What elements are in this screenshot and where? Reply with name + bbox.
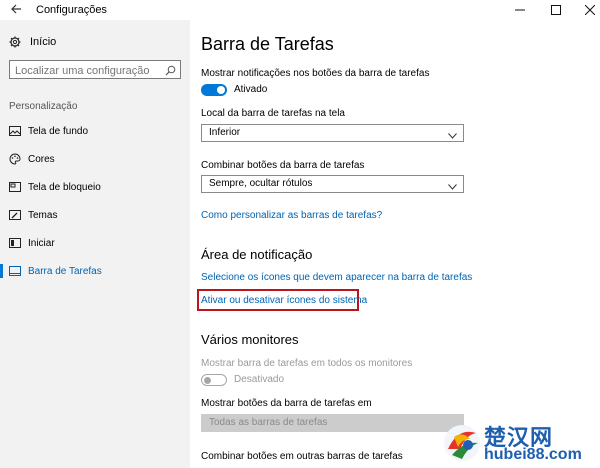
palette-icon [0, 153, 28, 165]
sidebar-item-tela-de-fundo[interactable]: Tela de fundo [0, 120, 190, 142]
chevron-down-icon [448, 180, 457, 196]
combine-value: Sempre, ocultar rótulos [209, 178, 313, 189]
sidebar-item-tela-de-bloqueio[interactable]: Tela de bloqueio [0, 176, 190, 198]
monitors-heading: Vários monitores [201, 332, 299, 347]
sidebar-section-heading: Personalização [9, 101, 78, 112]
location-dropdown[interactable]: Inferior [201, 124, 464, 142]
title-bar: Configurações [0, 0, 600, 20]
notifications-state: Ativado [234, 84, 268, 95]
watermark-emblem-icon [444, 425, 480, 461]
sidebar-home[interactable]: Início [9, 36, 56, 48]
notifications-toggle[interactable] [201, 84, 227, 96]
toggle-knob [217, 86, 225, 94]
sidebar-item-iniciar[interactable]: Iniciar [0, 232, 190, 254]
sidebar-item-label: Tela de bloqueio [28, 181, 101, 193]
watermark-logo: 楚汉网 hubei88.com [440, 418, 600, 468]
combine-dropdown[interactable]: Sempre, ocultar rótulos [201, 175, 464, 193]
sidebar-item-label: Tela de fundo [28, 125, 89, 137]
show-all-monitors-label: Mostrar barra de tarefas em todos os mon… [201, 358, 413, 369]
select-icons-link[interactable]: Selecione os ícones que devem aparecer n… [201, 272, 472, 283]
main-panel: Barra de Tarefas Mostrar notificações no… [190, 20, 600, 468]
customize-taskbar-link[interactable]: Como personalizar as barras de tarefas? [201, 210, 382, 221]
search-icon[interactable] [165, 63, 176, 81]
lock-screen-icon [0, 182, 28, 192]
show-buttons-value: Todas as barras de tarefas [209, 417, 328, 428]
minimize-button[interactable] [505, 0, 535, 20]
taskbar-icon [0, 266, 28, 276]
sidebar-item-label: Iniciar [28, 237, 55, 249]
sidebar-item-label: Temas [28, 209, 58, 221]
system-icons-link[interactable]: Ativar ou desativar ícones do sistema [201, 295, 367, 306]
sidebar-item-label: Cores [28, 153, 55, 165]
sidebar-item-temas[interactable]: Temas [0, 204, 190, 226]
sidebar-item-barra-de-tarefas[interactable]: Barra de Tarefas [0, 260, 190, 282]
sidebar-item-label: Barra de Tarefas [28, 265, 102, 277]
maximize-button[interactable] [541, 0, 571, 20]
combine-label: Combinar botões da barra de tarefas [201, 160, 365, 171]
sidebar-item-cores[interactable]: Cores [0, 148, 190, 170]
brush-icon [0, 210, 28, 220]
sidebar-home-label: Início [30, 36, 57, 48]
back-arrow-icon[interactable] [10, 3, 22, 18]
location-value: Inferior [209, 127, 241, 138]
toggle-knob [204, 376, 211, 384]
sidebar: Início Personalização Tela de fundo Core… [0, 20, 190, 468]
watermark-url: hubei88.com [484, 446, 582, 463]
window-title: Configurações [36, 4, 107, 16]
start-icon [0, 238, 28, 248]
location-label: Local da barra de tarefas na tela [201, 108, 345, 119]
notifications-label: Mostrar notificações nos botões da barra… [201, 68, 430, 79]
combine-other-label: Combinar botões em outras barras de tare… [201, 451, 403, 462]
show-all-monitors-state: Desativado [234, 374, 285, 385]
search-box[interactable] [9, 60, 181, 81]
gear-icon [9, 36, 21, 48]
close-button[interactable] [575, 0, 600, 20]
show-buttons-dropdown[interactable]: Todas as barras de tarefas [201, 414, 464, 432]
page-title: Barra de Tarefas [201, 34, 334, 54]
show-all-monitors-toggle[interactable] [201, 374, 227, 386]
notification-area-heading: Área de notificação [201, 247, 313, 262]
show-buttons-label: Mostrar botões da barra de tarefas em [201, 398, 372, 409]
chevron-down-icon [448, 129, 457, 145]
search-input[interactable] [10, 62, 160, 80]
picture-icon [0, 126, 28, 136]
